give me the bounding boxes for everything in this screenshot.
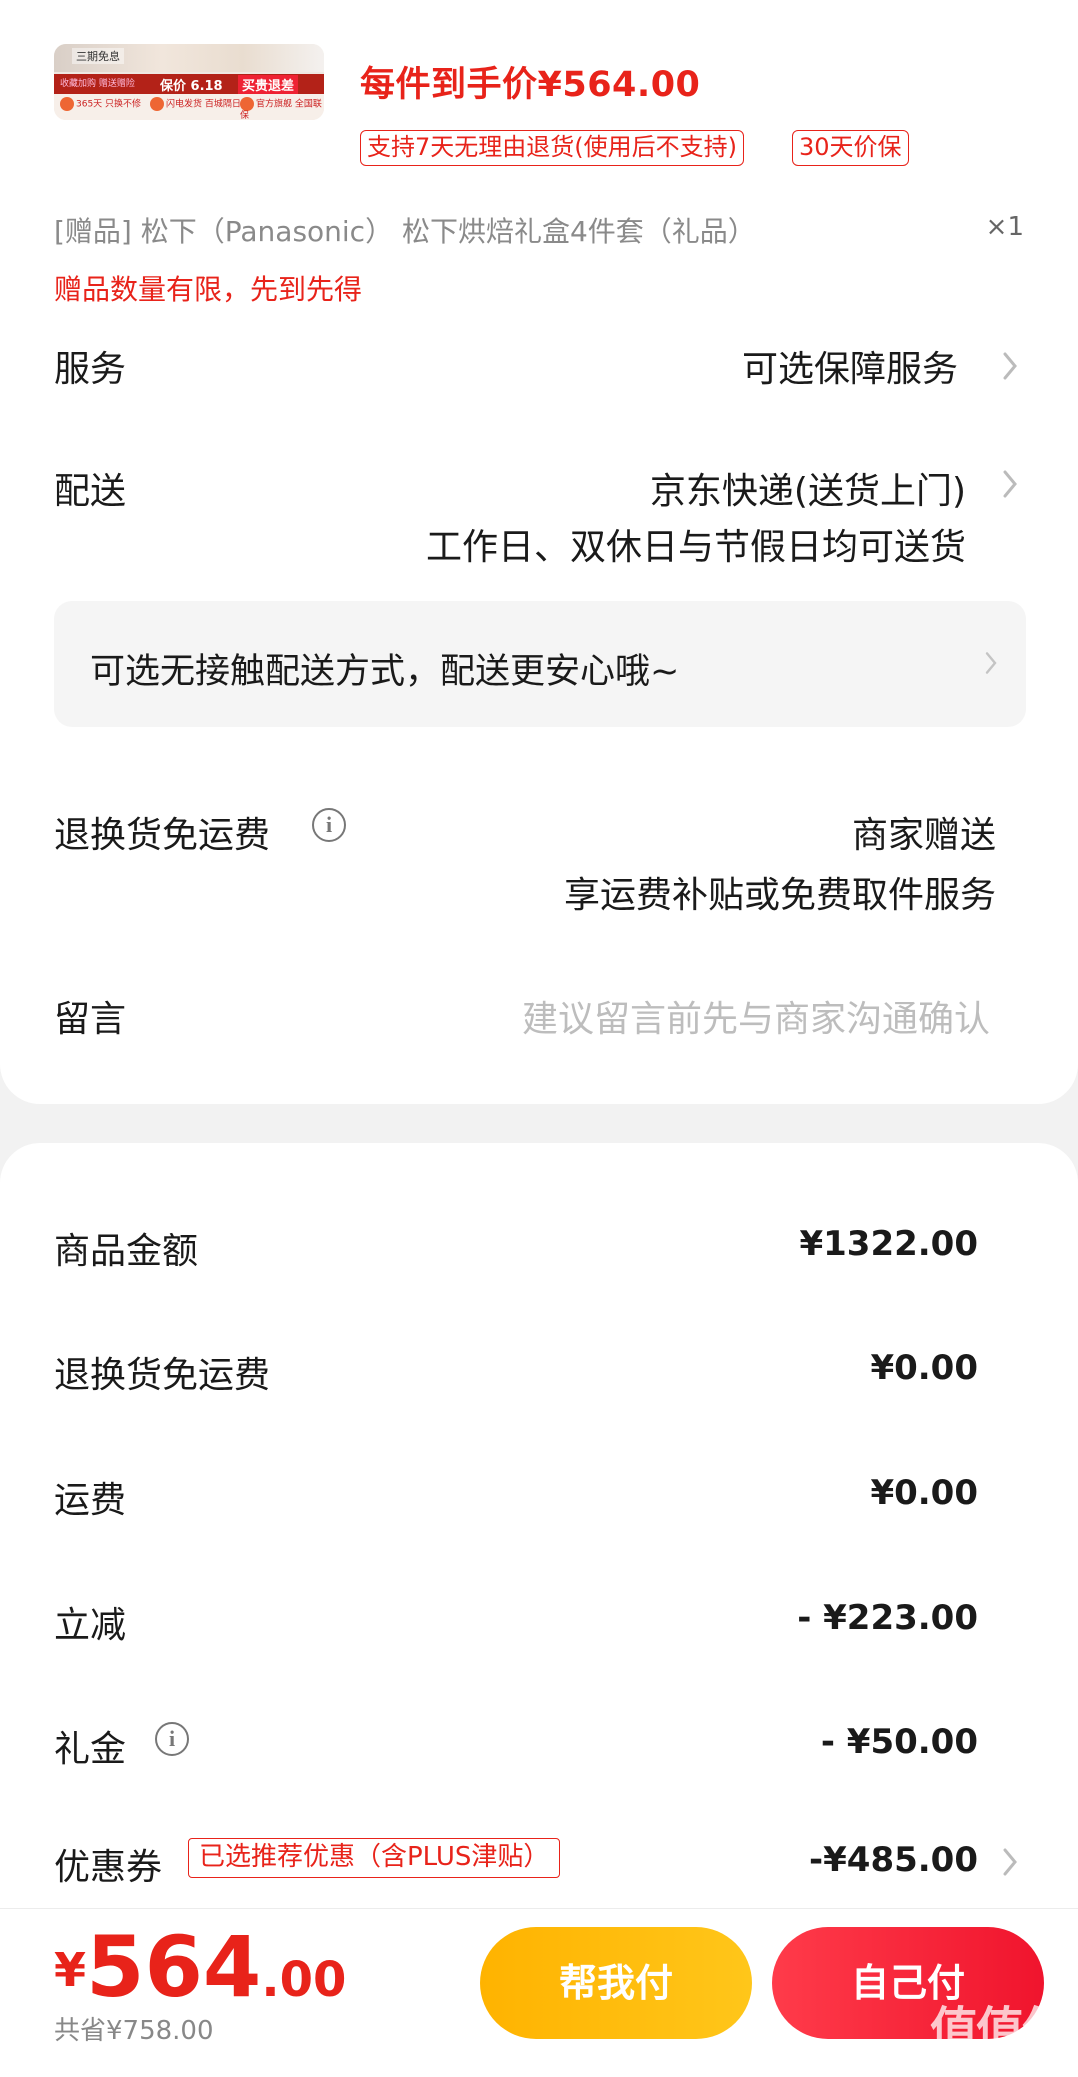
each-price: 每件到手价¥564.00 [360,65,701,105]
chevron-right-icon[interactable] [995,346,1025,386]
help-pay-button[interactable]: 帮我付 [480,1927,752,2039]
return-fee-value: ¥0.00 [870,1348,978,1388]
thumb-badge-1: 365天 只换不修 [60,97,141,111]
chevron-right-icon[interactable] [995,1842,1025,1882]
return-shipping-sub: 享运费补贴或免费取件服务 [563,875,996,916]
return-shipping-label: 退换货免运费 [54,815,271,856]
contactless-delivery-banner[interactable]: 可选无接触配送方式，配送更安心哦~ [54,601,1026,727]
coupon-recommend-tag[interactable]: 已选推荐优惠（含PLUS津贴） [188,1838,561,1878]
total-saved: 共省¥758.00 [54,2016,214,2046]
delivery-label: 配送 [54,471,127,512]
goods-amount-label: 商品金额 [54,1231,199,1272]
delivery-schedule: 工作日、双休日与节假日均可送货 [425,527,966,568]
info-icon[interactable]: i [312,808,346,842]
return-policy-tag: 支持7天无理由退货(使用后不支持) [360,130,744,166]
thumb-tag: 三期免息 [72,48,124,64]
thumb-promo-bar: 收藏加购 赠送赠险 保价 6.18 买贵退差 [54,74,324,94]
return-shipping-value: 商家赠送 [851,815,996,856]
contactless-delivery-text: 可选无接触配送方式，配送更安心哦~ [90,652,680,692]
badge-icon [240,97,254,111]
thumb-badges: 365天 只换不修 闪电发货 百城隔日达 官方旗舰 全国联保 [54,94,324,120]
price-protect-tag: 30天价保 [792,130,909,166]
total-price-integer: 564 [86,1918,262,2016]
gift-quantity: ×1 [985,212,1024,242]
message-label: 留言 [54,999,127,1040]
product-thumbnail[interactable]: 三期免息 收藏加购 赠送赠险 保价 6.18 买贵退差 365天 只换不修 闪电… [54,44,324,120]
total-price-decimal: .00 [261,1952,347,2008]
thumb-bar-mid: 保价 6.18 [160,79,223,94]
chevron-right-icon [979,645,1003,681]
coupon-value[interactable]: -¥485.00 [809,1840,978,1880]
thumb-bar-left: 收藏加购 赠送赠险 [60,79,135,89]
freight-label: 运费 [54,1480,127,1521]
instant-discount-value: - ¥223.00 [797,1598,978,1638]
instant-discount-label: 立减 [54,1605,127,1646]
watermark-url: zhizhizhi.com [930,2050,1039,2069]
delivery-value[interactable]: 京东快递(送货上门) [650,462,966,514]
badge-icon [60,97,74,111]
message-input[interactable]: 建议留言前先与商家沟通确认 [522,990,990,1042]
return-fee-label: 退换货免运费 [54,1355,271,1396]
gift-money-value: - ¥50.00 [820,1722,978,1762]
currency-symbol: ¥ [54,1943,87,1997]
total-price: ¥564.00 [54,1918,346,2016]
thumb-bar-right: 买贵退差 [238,75,299,94]
service-label: 服务 [54,349,127,390]
thumb-badge-3: 官方旗舰 全国联保 [240,97,324,120]
badge-icon [150,97,164,111]
thumb-badge-2: 闪电发货 百城隔日达 [150,97,250,111]
info-icon[interactable]: i [155,1722,189,1756]
gift-money-label: 礼金 [54,1729,127,1770]
gift-note: 赠品数量有限，先到先得 [54,273,363,306]
goods-amount-value: ¥1322.00 [799,1224,978,1264]
coupon-label: 优惠券 [54,1847,163,1888]
gift-item: [赠品] 松下（Panasonic） 松下烘焙礼盒4件套（礼品） [54,215,756,248]
chevron-right-icon[interactable] [995,464,1025,504]
freight-value: ¥0.00 [870,1473,978,1513]
service-value[interactable]: 可选保障服务 [742,340,958,392]
